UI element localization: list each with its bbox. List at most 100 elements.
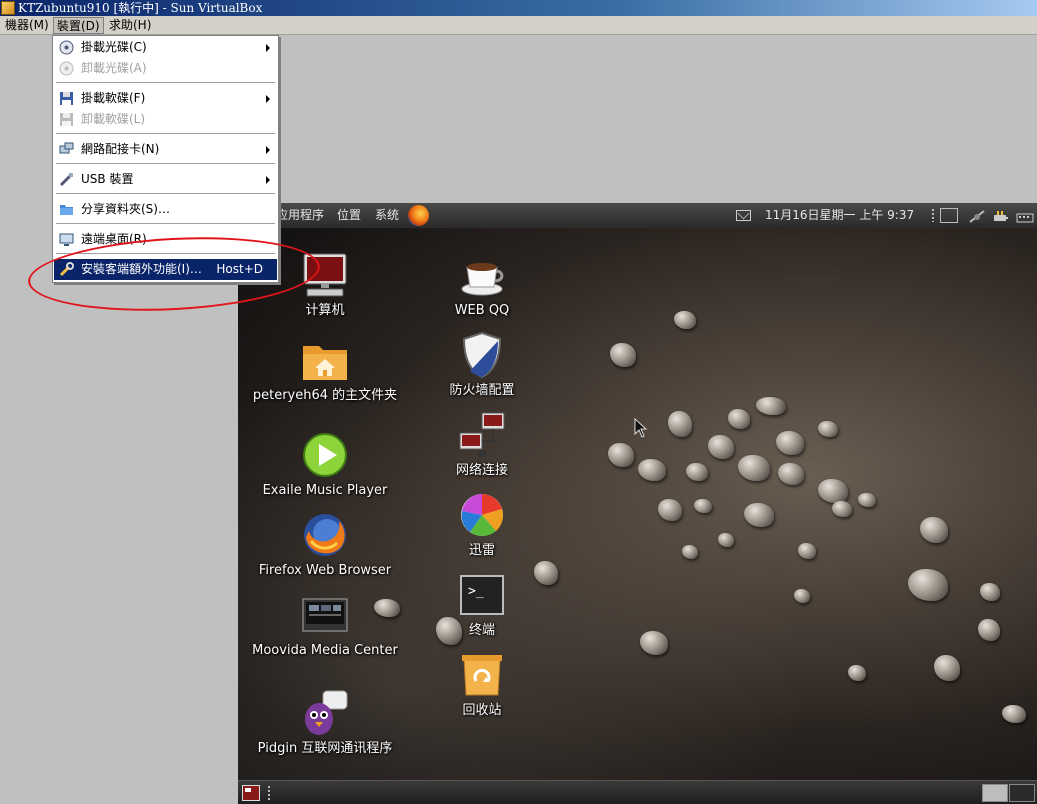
wallpaper-rock	[658, 499, 682, 521]
desktop-icon-label: peteryeh64 的主文件夹	[252, 388, 398, 403]
show-desktop-icon[interactable]	[242, 785, 260, 801]
cd-icon	[59, 40, 74, 55]
menu-item-usb-devices[interactable]: USB 裝置	[54, 169, 277, 190]
cd-icon	[59, 61, 74, 76]
pidgin-icon	[301, 689, 349, 737]
menu-item-mount-cd[interactable]: 掛載光碟(C)	[54, 37, 277, 58]
firefox-icon	[301, 511, 349, 559]
wallpaper-rock	[674, 311, 696, 329]
floppy-icon	[59, 112, 74, 127]
wallpaper-rock	[858, 493, 876, 507]
virtualbox-app-icon	[1, 1, 15, 15]
desktop-icon-label: 迅雷	[468, 543, 495, 558]
menu-separator	[56, 223, 275, 225]
terminal-icon: >_	[458, 571, 506, 619]
wallpaper-rock	[682, 545, 698, 559]
guest-menu-system[interactable]: 系统	[375, 203, 399, 228]
display-icon[interactable]	[940, 208, 958, 223]
wallpaper-rock	[640, 631, 668, 655]
wallpaper-rock	[610, 343, 636, 367]
desktop-icon-exaile[interactable]: Exaile Music Player	[250, 431, 400, 499]
power-icon[interactable]	[992, 208, 1010, 223]
terminal-prompt: >_	[460, 575, 504, 615]
menu-item-mount-floppy[interactable]: 掛載軟碟(F)	[54, 88, 277, 109]
wallpaper-rock	[934, 655, 960, 681]
menu-separator	[56, 133, 275, 135]
submenu-arrow-icon	[266, 44, 270, 52]
guest-bottom-panel	[238, 780, 1037, 804]
wallpaper-rock	[798, 543, 816, 559]
desktop-icon-label: Pidgin 互联网通讯程序	[257, 741, 393, 756]
wallpaper-rock	[778, 463, 804, 485]
workspace-1[interactable]	[982, 784, 1008, 802]
desktop-icon-label: 回收站	[462, 703, 502, 718]
thunder-icon	[458, 491, 506, 539]
submenu-arrow-icon	[266, 95, 270, 103]
menu-item-network-adapters[interactable]: 網路配接卡(N)	[54, 139, 277, 160]
menubar: 機器(M) 裝置(D) 求助(H)	[0, 16, 1037, 35]
workspace-2[interactable]	[1009, 784, 1035, 802]
guest-menu-places[interactable]: 位置	[337, 203, 361, 228]
desktop-icon-moovida[interactable]: Moovida Media Center	[250, 591, 400, 659]
desktop-icon-label: 终端	[468, 623, 495, 638]
trash-icon	[458, 651, 506, 699]
folder-icon	[59, 202, 74, 217]
desktop-icon-network-connections[interactable]: 网络连接	[407, 411, 557, 479]
guest-screen[interactable]: 应用程序 位置 系统 11月16日星期一 上午 9:37 计算机 peterye…	[238, 203, 1037, 804]
desktop-icon-label: Exaile Music Player	[262, 483, 388, 498]
menu-item-unmount-floppy: 卸載軟碟(L)	[54, 109, 277, 130]
menu-machine[interactable]: 機器(M)	[2, 17, 52, 34]
wallpaper-rock	[776, 431, 804, 455]
desktop-icon-home-folder[interactable]: peteryeh64 的主文件夹	[250, 336, 400, 404]
play-icon	[301, 431, 349, 479]
wallpaper-rock	[668, 411, 692, 437]
desktop-icon-label: WEB QQ	[454, 303, 510, 318]
menu-help[interactable]: 求助(H)	[106, 17, 154, 34]
wallpaper-rock	[686, 463, 708, 481]
guest-top-panel: 应用程序 位置 系统 11月16日星期一 上午 9:37	[238, 203, 1037, 228]
mouse-cursor-icon	[634, 417, 648, 442]
usb-icon	[59, 172, 74, 187]
panel-separator	[268, 786, 270, 800]
wallpaper-rock	[980, 583, 1000, 601]
menu-separator	[56, 163, 275, 165]
floppy-icon	[59, 91, 74, 106]
desktop-icon-firewall[interactable]: 防火墙配置	[407, 331, 557, 399]
wallpaper-rock	[718, 533, 734, 547]
wallpaper-rock	[638, 459, 666, 481]
menu-item-unmount-cd: 卸載光碟(A)	[54, 58, 277, 79]
guest-menu-applications[interactable]: 应用程序	[276, 203, 324, 228]
firefox-launcher-icon[interactable]	[408, 205, 429, 226]
network-icon	[59, 142, 74, 157]
menu-devices[interactable]: 裝置(D)	[53, 17, 104, 34]
wallpaper-rock	[608, 443, 634, 467]
wallpaper-rock	[794, 589, 810, 603]
menu-item-shared-folders[interactable]: 分享資料夾(S)…	[54, 199, 277, 220]
desktop-icon-label: 防火墙配置	[449, 383, 515, 398]
window-title: KTZubuntu910 [執行中] - Sun VirtualBox	[18, 1, 263, 15]
desktop-icon-firefox[interactable]: Firefox Web Browser	[250, 511, 400, 579]
wallpaper-rock	[1002, 705, 1026, 723]
desktop-icon-pidgin[interactable]: Pidgin 互联网通讯程序	[250, 689, 400, 757]
submenu-arrow-icon	[266, 146, 270, 154]
wallpaper-rock	[728, 409, 750, 429]
desktop-icon-terminal[interactable]: >_ 终端	[407, 571, 557, 639]
submenu-arrow-icon	[266, 176, 270, 184]
wallpaper-rock	[832, 501, 852, 517]
desktop-icon-trash[interactable]: 回收站	[407, 651, 557, 719]
media-center-icon	[301, 591, 349, 639]
wallpaper-rock	[818, 421, 838, 437]
guest-clock[interactable]: 11月16日星期一 上午 9:37	[765, 203, 914, 228]
desktop-icon-thunder[interactable]: 迅雷	[407, 491, 557, 559]
remote-desktop-icon	[59, 232, 74, 247]
wallpaper-rock	[694, 499, 712, 513]
firewall-shield-icon	[458, 331, 506, 379]
keyboard-icon[interactable]	[1016, 208, 1034, 223]
home-folder-icon	[301, 336, 349, 384]
desktop-icon-label: 计算机	[305, 303, 345, 318]
network-disconnected-icon[interactable]	[968, 208, 986, 223]
coffee-cup-icon	[458, 251, 506, 299]
menu-separator	[56, 82, 275, 84]
mail-indicator-icon[interactable]	[736, 210, 751, 221]
desktop-icon-webqq[interactable]: WEB QQ	[407, 251, 557, 319]
